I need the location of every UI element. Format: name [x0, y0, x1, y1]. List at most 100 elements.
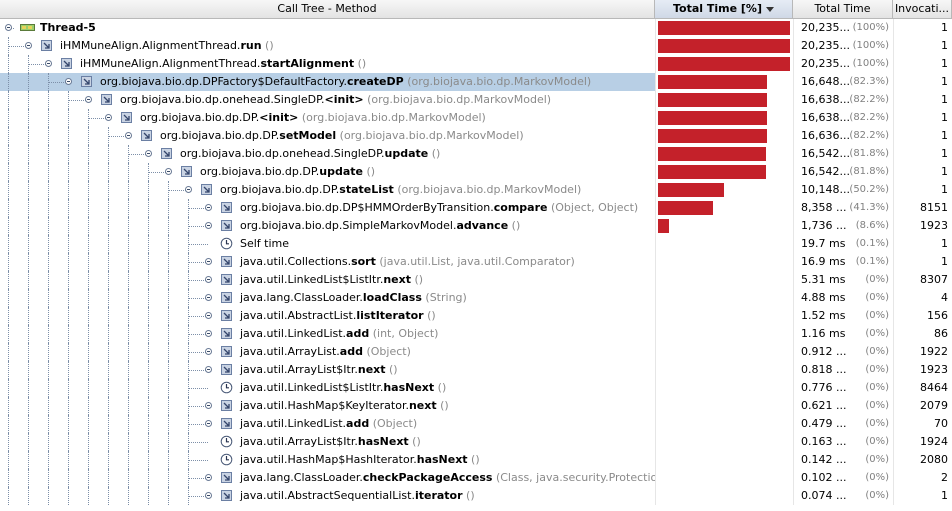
- expand-toggle-icon[interactable]: [205, 276, 212, 283]
- expand-toggle-icon[interactable]: [205, 366, 212, 373]
- expand-toggle-icon[interactable]: [205, 312, 212, 319]
- method-cell[interactable]: org.biojava.bio.dp.SimpleMarkovModel.adv…: [0, 217, 655, 235]
- total-time-cell: 0.163 ... (0%): [793, 433, 893, 451]
- table-row[interactable]: org.biojava.bio.dp.onehead.SingleDP.upda…: [0, 145, 952, 163]
- method-cell[interactable]: java.util.ArrayList$Itr.next (): [0, 361, 655, 379]
- method-cell[interactable]: java.util.LinkedList.add (int, Object): [0, 325, 655, 343]
- expand-toggle-icon[interactable]: [205, 330, 212, 337]
- column-header-method[interactable]: Call Tree - Method: [0, 0, 655, 18]
- table-row[interactable]: java.util.LinkedList$ListItr.next () 5.31…: [0, 271, 952, 289]
- table-row[interactable]: org.biojava.bio.dp.DPFactory$DefaultFact…: [0, 73, 952, 91]
- expand-toggle-icon[interactable]: [205, 474, 212, 481]
- expand-toggle-icon[interactable]: [205, 204, 212, 211]
- table-row[interactable]: java.util.AbstractSequentialList.iterato…: [0, 487, 952, 505]
- method-cell[interactable]: org.biojava.bio.dp.onehead.SingleDP.upda…: [0, 145, 655, 163]
- table-row[interactable]: iHMMuneAlign.AlignmentThread.startAlignm…: [0, 55, 952, 73]
- table-row[interactable]: org.biojava.bio.dp.SimpleMarkovModel.adv…: [0, 217, 952, 235]
- tree-guide-line: [108, 217, 110, 235]
- tree-guide-line: [68, 145, 70, 163]
- table-row[interactable]: java.util.AbstractList.listIterator () 1.…: [0, 307, 952, 325]
- method-label: java.util.LinkedList$ListItr.next (): [240, 271, 423, 289]
- method-cell[interactable]: iHMMuneAlign.AlignmentThread.run (): [0, 37, 655, 55]
- method-cell[interactable]: java.util.ArrayList$Itr.hasNext (): [0, 433, 655, 451]
- method-cell[interactable]: iHMMuneAlign.AlignmentThread.startAlignm…: [0, 55, 655, 73]
- method-cell[interactable]: org.biojava.bio.dp.DP.setModel (org.bioj…: [0, 127, 655, 145]
- method-icon: [220, 201, 233, 214]
- method-cell[interactable]: org.biojava.bio.dp.DP.<init> (org.biojav…: [0, 109, 655, 127]
- expand-toggle-icon[interactable]: [85, 96, 92, 103]
- column-header-invocations[interactable]: Invocati...: [893, 0, 952, 18]
- method-cell[interactable]: Self time: [0, 235, 655, 253]
- method-cell[interactable]: org.biojava.bio.dp.onehead.SingleDP.<ini…: [0, 91, 655, 109]
- expand-toggle-icon[interactable]: [5, 24, 12, 31]
- method-cell[interactable]: java.util.HashMap$HashIterator.hasNext (…: [0, 451, 655, 469]
- method-cell[interactable]: java.util.HashMap$KeyIterator.next (): [0, 397, 655, 415]
- expand-toggle-icon[interactable]: [205, 294, 212, 301]
- method-cell[interactable]: java.util.AbstractList.listIterator (): [0, 307, 655, 325]
- table-row[interactable]: Self time 19.7 ms (0.1%) 1: [0, 235, 952, 253]
- expand-toggle-icon[interactable]: [45, 60, 52, 67]
- tree-guide-line: [48, 163, 50, 181]
- method-cell[interactable]: java.util.LinkedList.add (Object): [0, 415, 655, 433]
- table-row[interactable]: java.lang.ClassLoader.loadClass (String)…: [0, 289, 952, 307]
- table-row[interactable]: java.util.HashMap$KeyIterator.next () 0.6…: [0, 397, 952, 415]
- expand-toggle-icon[interactable]: [25, 42, 32, 49]
- table-row[interactable]: org.biojava.bio.dp.DP.setModel (org.bioj…: [0, 127, 952, 145]
- table-row[interactable]: Thread-5 20,235... (100%) 1: [0, 19, 952, 37]
- total-percent-cell: [655, 469, 793, 487]
- tree-guide-line: [108, 379, 110, 397]
- expand-toggle-icon[interactable]: [105, 114, 112, 121]
- expand-toggle-icon[interactable]: [125, 132, 132, 139]
- expand-toggle-icon[interactable]: [165, 168, 172, 175]
- method-cell[interactable]: org.biojava.bio.dp.DPFactory$DefaultFact…: [0, 73, 655, 91]
- table-row[interactable]: org.biojava.bio.dp.DP.<init> (org.biojav…: [0, 109, 952, 127]
- expand-toggle-icon[interactable]: [185, 186, 192, 193]
- tree-guide-line: [148, 217, 150, 235]
- total-time-cell: 0.479 ... (0%): [793, 415, 893, 433]
- total-time-value: 16,542...: [801, 147, 850, 160]
- method-cell[interactable]: java.util.AbstractSequentialList.iterato…: [0, 487, 655, 505]
- method-cell[interactable]: java.lang.ClassLoader.loadClass (String): [0, 289, 655, 307]
- table-row[interactable]: org.biojava.bio.dp.onehead.SingleDP.<ini…: [0, 91, 952, 109]
- expand-toggle-icon[interactable]: [205, 402, 212, 409]
- table-row[interactable]: java.util.LinkedList.add (Object) 0.479 .…: [0, 415, 952, 433]
- method-cell[interactable]: java.util.ArrayList.add (Object): [0, 343, 655, 361]
- table-row[interactable]: java.lang.ClassLoader.checkPackageAccess…: [0, 469, 952, 487]
- expand-toggle-icon[interactable]: [145, 150, 152, 157]
- expand-toggle-icon[interactable]: [205, 258, 212, 265]
- table-row[interactable]: org.biojava.bio.dp.DP.stateList (org.bio…: [0, 181, 952, 199]
- method-cell[interactable]: Thread-5: [0, 19, 655, 37]
- table-row[interactable]: java.util.LinkedList.add (int, Object) 1.…: [0, 325, 952, 343]
- table-row[interactable]: org.biojava.bio.dp.DP.update () 16,542...…: [0, 163, 952, 181]
- table-row[interactable]: org.biojava.bio.dp.DP$HMMOrderByTransiti…: [0, 199, 952, 217]
- method-cell[interactable]: java.util.LinkedList$ListItr.hasNext (): [0, 379, 655, 397]
- expand-toggle-icon[interactable]: [205, 492, 212, 499]
- method-cell[interactable]: java.lang.ClassLoader.checkPackageAccess…: [0, 469, 655, 487]
- tree-guide-line: [48, 433, 50, 451]
- method-cell[interactable]: org.biojava.bio.dp.DP$HMMOrderByTransiti…: [0, 199, 655, 217]
- method-cell[interactable]: java.util.Collections.sort (java.util.Li…: [0, 253, 655, 271]
- method-cell[interactable]: org.biojava.bio.dp.DP.update (): [0, 163, 655, 181]
- column-header-total-percent[interactable]: Total Time [%]: [655, 0, 793, 18]
- expand-toggle-icon[interactable]: [205, 420, 212, 427]
- tree-guide-line: [28, 487, 30, 505]
- total-percent-cell: [655, 91, 793, 109]
- table-row[interactable]: iHMMuneAlign.AlignmentThread.run () 20,23…: [0, 37, 952, 55]
- expand-toggle-icon[interactable]: [205, 348, 212, 355]
- call-tree[interactable]: Thread-5 20,235... (100%) 1 iHMMuneAlign.Ali…: [0, 19, 952, 505]
- expand-toggle-icon[interactable]: [65, 78, 72, 85]
- method-cell[interactable]: org.biojava.bio.dp.DP.stateList (org.bio…: [0, 181, 655, 199]
- table-row[interactable]: java.util.Collections.sort (java.util.Li…: [0, 253, 952, 271]
- table-row[interactable]: java.util.ArrayList$Itr.hasNext () 0.163 …: [0, 433, 952, 451]
- table-row[interactable]: java.util.ArrayList$Itr.next () 0.818 ...…: [0, 361, 952, 379]
- tree-guide-line: [88, 415, 90, 433]
- method-cell[interactable]: java.util.LinkedList$ListItr.next (): [0, 271, 655, 289]
- expand-toggle-icon[interactable]: [205, 222, 212, 229]
- table-row[interactable]: java.util.LinkedList$ListItr.hasNext () 0…: [0, 379, 952, 397]
- tree-guide-line: [168, 361, 170, 379]
- column-header-total-time[interactable]: Total Time: [793, 0, 893, 18]
- method-params: (): [434, 381, 447, 394]
- table-row[interactable]: java.util.ArrayList.add (Object) 0.912 ..…: [0, 343, 952, 361]
- table-row[interactable]: java.util.HashMap$HashIterator.hasNext (…: [0, 451, 952, 469]
- tree-guide-line: [28, 91, 30, 109]
